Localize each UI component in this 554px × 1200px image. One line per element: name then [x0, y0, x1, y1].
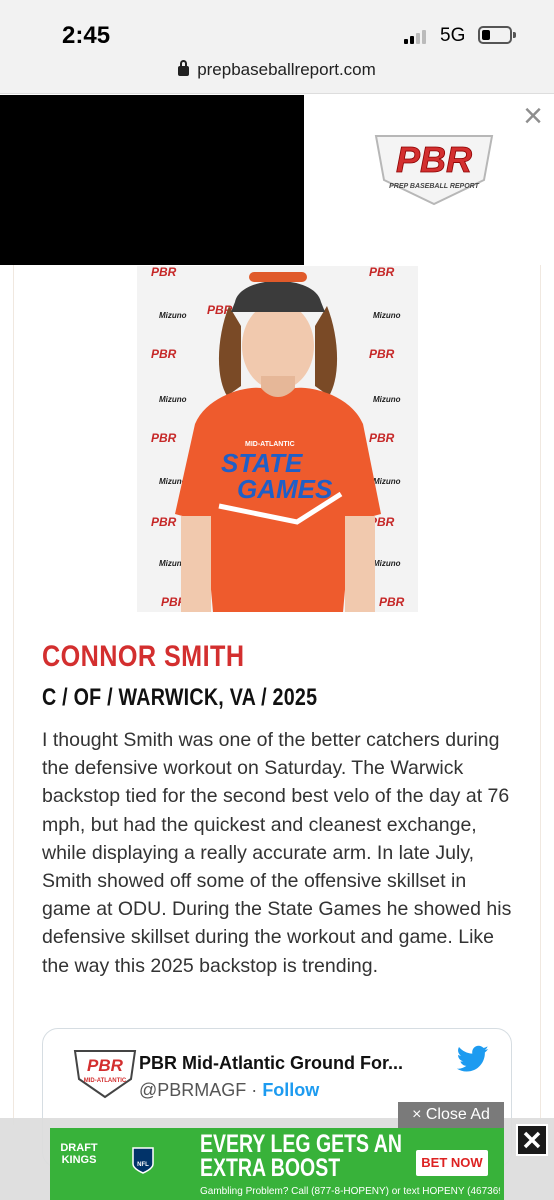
pbr-logo: PBR PREP BASEBALL REPORT: [374, 135, 494, 206]
nfl-logo: NFL: [132, 1147, 154, 1174]
tweet-handle-line: @PBRMAGF · Follow: [139, 1080, 319, 1101]
svg-text:Mizuno: Mizuno: [373, 477, 401, 486]
player-position-location: C / OF / WARWICK, VA / 2025: [42, 684, 318, 711]
logo-text: PBR: [396, 139, 472, 180]
svg-text:Mizuno: Mizuno: [373, 395, 401, 404]
shirt-text-games: GAMES: [237, 474, 333, 504]
svg-text:PBR: PBR: [151, 347, 177, 361]
follow-link[interactable]: Follow: [262, 1080, 319, 1100]
close-ad-button[interactable]: × Close Ad: [398, 1102, 504, 1128]
svg-text:MID-ATLANTIC: MID-ATLANTIC: [84, 1078, 127, 1084]
scouting-report: I thought Smith was one of the better ca…: [42, 729, 512, 977]
twitter-bird-icon[interactable]: [457, 1045, 489, 1073]
svg-text:PBR: PBR: [379, 595, 405, 609]
player-photo: PBR PBR PBR PBR PBR PBR PBR PBR PBR PBR …: [137, 266, 418, 612]
svg-text:PBR: PBR: [369, 347, 395, 361]
svg-text:Mizuno: Mizuno: [373, 559, 401, 568]
player-name: CONNOR SMITH: [42, 640, 245, 673]
svg-text:PBR: PBR: [369, 266, 395, 279]
ad-close-icon[interactable]: [516, 1124, 548, 1156]
svg-text:NFL: NFL: [137, 1162, 149, 1168]
lock-icon: [178, 60, 190, 76]
svg-text:PBR: PBR: [369, 431, 395, 445]
ad-headline-line-2: EXTRA BOOST: [200, 1154, 341, 1182]
status-bar: 2:45 5G: [0, 0, 554, 56]
svg-text:PBR: PBR: [151, 431, 177, 445]
svg-text:Mizuno: Mizuno: [159, 311, 187, 320]
video-placeholder: [0, 95, 304, 265]
svg-text:PBR: PBR: [151, 266, 177, 279]
battery-icon: [478, 26, 516, 44]
logo-tagline: PREP BASEBALL REPORT: [389, 183, 479, 190]
ad-disclaimer: Gambling Problem? Call (877-8-HOPENY) or…: [200, 1186, 500, 1197]
draftkings-logo: DRAFT KINGS: [60, 1142, 98, 1166]
tweet-handle[interactable]: @PBRMAGF: [139, 1080, 246, 1100]
svg-text:PBR: PBR: [151, 515, 177, 529]
ad-headline: EVERY LEG GETS AN EXTRA BOOST: [200, 1130, 402, 1182]
svg-text:Mizuno: Mizuno: [373, 311, 401, 320]
screen: 2:45 5G prepbaseballreport.com × PBR PRE…: [0, 0, 554, 1200]
signal-icon: [404, 28, 432, 44]
network-label: 5G: [440, 25, 466, 46]
tweet-separator: ·: [251, 1080, 258, 1100]
address-bar[interactable]: prepbaseballreport.com: [0, 56, 554, 94]
bet-now-button[interactable]: BET NOW: [416, 1150, 488, 1176]
tweet-avatar[interactable]: PBR MID-ATLANTIC: [71, 1049, 139, 1101]
svg-text:Mizuno: Mizuno: [159, 395, 187, 404]
ad-banner[interactable]: DRAFT KINGS NFL EVERY LEG GETS AN EXTRA …: [50, 1128, 504, 1200]
shirt-text-small: MID-ATLANTIC: [245, 441, 295, 448]
url-text: prepbaseballreport.com: [197, 60, 376, 79]
close-icon[interactable]: ×: [518, 99, 548, 133]
tweet-display-name[interactable]: PBR Mid-Atlantic Ground For...: [139, 1053, 403, 1074]
ad-headline-line-1: EVERY LEG GETS AN: [200, 1130, 402, 1158]
svg-text:PBR: PBR: [87, 1056, 124, 1075]
status-time: 2:45: [62, 22, 111, 49]
